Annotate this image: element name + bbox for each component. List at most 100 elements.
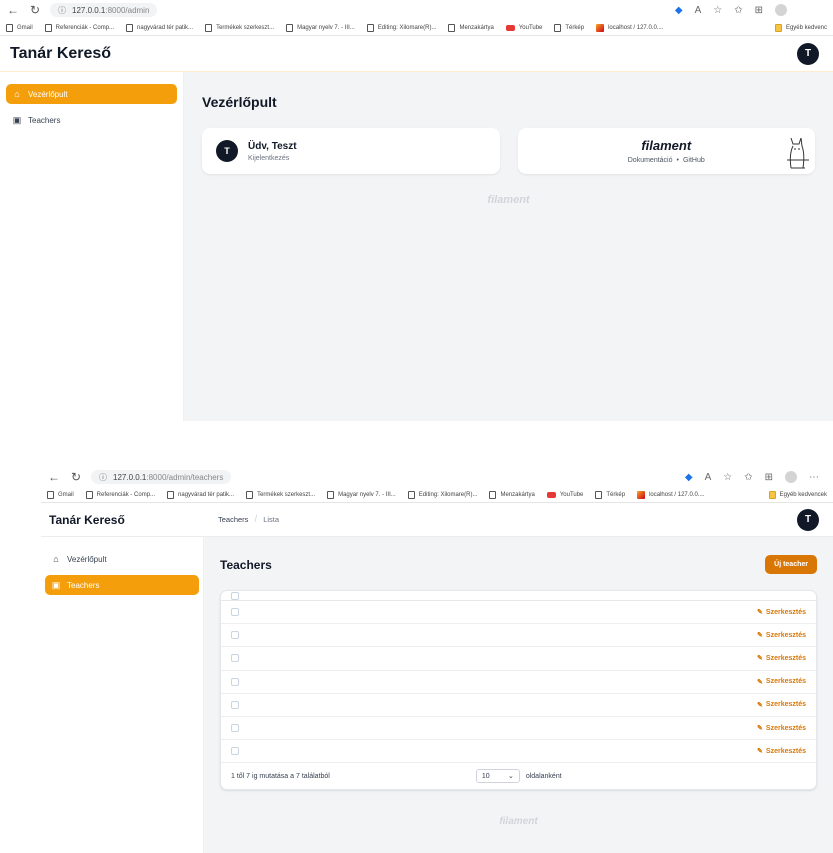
collections-icon[interactable]: ⊞	[765, 472, 773, 483]
bookmark-item[interactable]: YouTube	[546, 491, 583, 498]
browser-profile-icon[interactable]	[785, 471, 797, 483]
back-arrow-icon[interactable]: ←	[47, 470, 61, 484]
footer-filament-logo: filament	[499, 816, 538, 828]
row-checkbox[interactable]	[231, 677, 239, 686]
page-icon	[327, 490, 335, 499]
edit-link[interactable]: ✎ Szerkesztés	[757, 654, 806, 663]
edit-link[interactable]: ✎ Szerkesztés	[757, 631, 806, 640]
user-avatar[interactable]: T	[797, 42, 819, 65]
edit-link[interactable]: ✎ Szerkesztés	[757, 701, 806, 709]
page-icon	[85, 490, 93, 499]
bookmark-item[interactable]: Térkép	[595, 490, 625, 499]
table-row[interactable]: ✎ Szerkesztés	[221, 624, 816, 648]
reload-icon[interactable]: ↻	[69, 470, 83, 484]
brand-title[interactable]: Tanár Kereső	[41, 513, 204, 527]
per-page-select[interactable]: 10 ⌄	[475, 769, 520, 784]
bookmark-item[interactable]: nagyvárad tér patik...	[167, 490, 235, 499]
sidebar-item-label: Vezérlőpult	[28, 89, 68, 99]
read-aloud-icon[interactable]: A	[705, 472, 712, 483]
bookmark-label: Referenciák - Comp...	[96, 491, 156, 498]
bookmark-label: Térkép	[565, 24, 585, 31]
reload-icon[interactable]: ↻	[28, 3, 42, 17]
pencil-icon: ✎	[757, 725, 763, 733]
sidebar-item-dashboard[interactable]: ⌂ Vezérlőpult	[45, 549, 199, 569]
bookmark-item[interactable]: Editing: Xilomare(R)...	[366, 23, 436, 32]
more-menu-icon[interactable]: ⋯	[809, 472, 819, 483]
favorite-icon[interactable]: ☆	[713, 5, 722, 16]
favorite-icon[interactable]: ☆	[723, 472, 732, 483]
bookmark-item[interactable]: Gmail	[47, 490, 74, 499]
read-aloud-icon[interactable]: A	[695, 5, 702, 16]
new-teacher-button[interactable]: Új teacher	[765, 555, 817, 574]
documentation-link[interactable]: Dokumentáció	[628, 157, 673, 164]
bookmark-item[interactable]: Menzakártya	[448, 23, 494, 32]
edit-link[interactable]: ✎ Szerkesztés	[757, 608, 806, 617]
bookmark-item[interactable]: Térkép	[554, 23, 585, 32]
row-checkbox[interactable]	[231, 747, 239, 756]
user-avatar[interactable]: T	[797, 508, 819, 531]
favorites-bar-icon[interactable]: ✩	[734, 5, 742, 16]
select-all-checkbox[interactable]	[231, 591, 239, 600]
bookmark-label: nagyvárad tér patik...	[178, 491, 235, 498]
row-checkbox[interactable]	[231, 700, 239, 709]
bookmark-item[interactable]: Menzakártya	[489, 490, 535, 499]
row-checkbox[interactable]	[231, 724, 239, 733]
row-checkbox[interactable]	[231, 654, 239, 663]
back-arrow-icon[interactable]: ←	[6, 3, 20, 17]
sidebar-item-teachers[interactable]: ▣ Teachers	[45, 575, 199, 595]
address-bar[interactable]: ⓘ 127.0.0.1:8000/admin	[50, 3, 158, 17]
bookmark-label: Gmail	[17, 24, 33, 31]
bookmark-item[interactable]: Gmail	[6, 23, 33, 32]
browser-profile-icon[interactable]	[775, 4, 787, 16]
table-row[interactable]: ✎ Szerkesztés	[221, 647, 816, 671]
table-row[interactable]: ✎ Szerkesztés	[221, 694, 816, 717]
bookmark-item[interactable]: Magyar nyelv 7. - III...	[286, 23, 355, 32]
edit-link[interactable]: ✎ Szerkesztés	[757, 678, 806, 686]
table-row[interactable]: ✎ Szerkesztés	[221, 671, 816, 694]
bookmark-item[interactable]: Termékek szerkeszt...	[246, 490, 315, 499]
page-icon	[489, 490, 497, 499]
brand-title[interactable]: Tanár Kereső	[0, 45, 184, 63]
edit-label: Szerkesztés	[765, 608, 806, 616]
table-row[interactable]: ✎ Szerkesztés	[221, 717, 816, 741]
folder-icon	[774, 23, 782, 32]
row-checkbox[interactable]	[231, 631, 239, 640]
bookmark-item[interactable]: localhost / 127.0.0....	[596, 23, 663, 32]
other-favorites-folder[interactable]: Egyéb kedvenc	[774, 23, 827, 32]
footer-filament-logo: filament	[487, 194, 530, 206]
bookmark-item[interactable]: YouTube	[505, 24, 542, 31]
other-favorites-folder[interactable]: Egyéb kedvencek	[768, 490, 827, 499]
logout-link[interactable]: Kijelentkezés	[248, 155, 297, 162]
table-row[interactable]: ✎ Szerkesztés	[221, 601, 816, 625]
edit-label: Szerkesztés	[765, 701, 806, 709]
github-link[interactable]: GitHub	[683, 157, 705, 164]
youtube-icon	[505, 24, 515, 31]
bookmark-item[interactable]: Termékek szerkeszt...	[205, 23, 274, 32]
extension-icon[interactable]: ◆	[675, 5, 683, 16]
bookmark-item[interactable]: Magyar nyelv 7. - III...	[327, 490, 396, 499]
bookmark-item[interactable]: localhost / 127.0.0....	[637, 490, 704, 499]
sidebar: ⌂ Vezérlőpult ▣ Teachers	[0, 72, 184, 421]
page-title: Teachers	[220, 557, 272, 572]
address-bar[interactable]: ⓘ 127.0.0.1:8000/admin/teachers	[91, 470, 232, 484]
bookmark-item[interactable]: nagyvárad tér patik...	[126, 23, 193, 32]
page-icon	[286, 23, 294, 32]
sidebar-item-teachers[interactable]: ▣ Teachers	[6, 110, 177, 130]
sidebar-item-dashboard[interactable]: ⌂ Vezérlőpult	[6, 84, 177, 104]
bookmark-item[interactable]: Editing: Xilomare(R)...	[407, 490, 477, 499]
edit-link[interactable]: ✎ Szerkesztés	[757, 724, 806, 733]
favorites-bar-icon[interactable]: ✩	[744, 472, 752, 483]
edit-link[interactable]: ✎ Szerkesztés	[757, 747, 806, 756]
breadcrumb-separator: /	[254, 514, 258, 525]
bookmark-item[interactable]: Referenciák - Comp...	[44, 23, 114, 32]
breadcrumb-teachers[interactable]: Teachers	[218, 515, 248, 524]
row-checkbox[interactable]	[231, 608, 239, 617]
folder-icon	[768, 490, 776, 499]
table-row[interactable]: ✎ Szerkesztés	[221, 740, 816, 764]
account-widget: T Üdv, Teszt Kijelentkezés	[202, 128, 500, 174]
bookmark-item[interactable]: Referenciák - Comp...	[85, 490, 156, 499]
pagination-summary: 1 től 7 ig mutatása a 7 találatból	[231, 772, 330, 780]
collections-icon[interactable]: ⊞	[755, 5, 763, 16]
extension-icon[interactable]: ◆	[685, 472, 693, 483]
briefcase-icon: ▣	[12, 115, 22, 125]
